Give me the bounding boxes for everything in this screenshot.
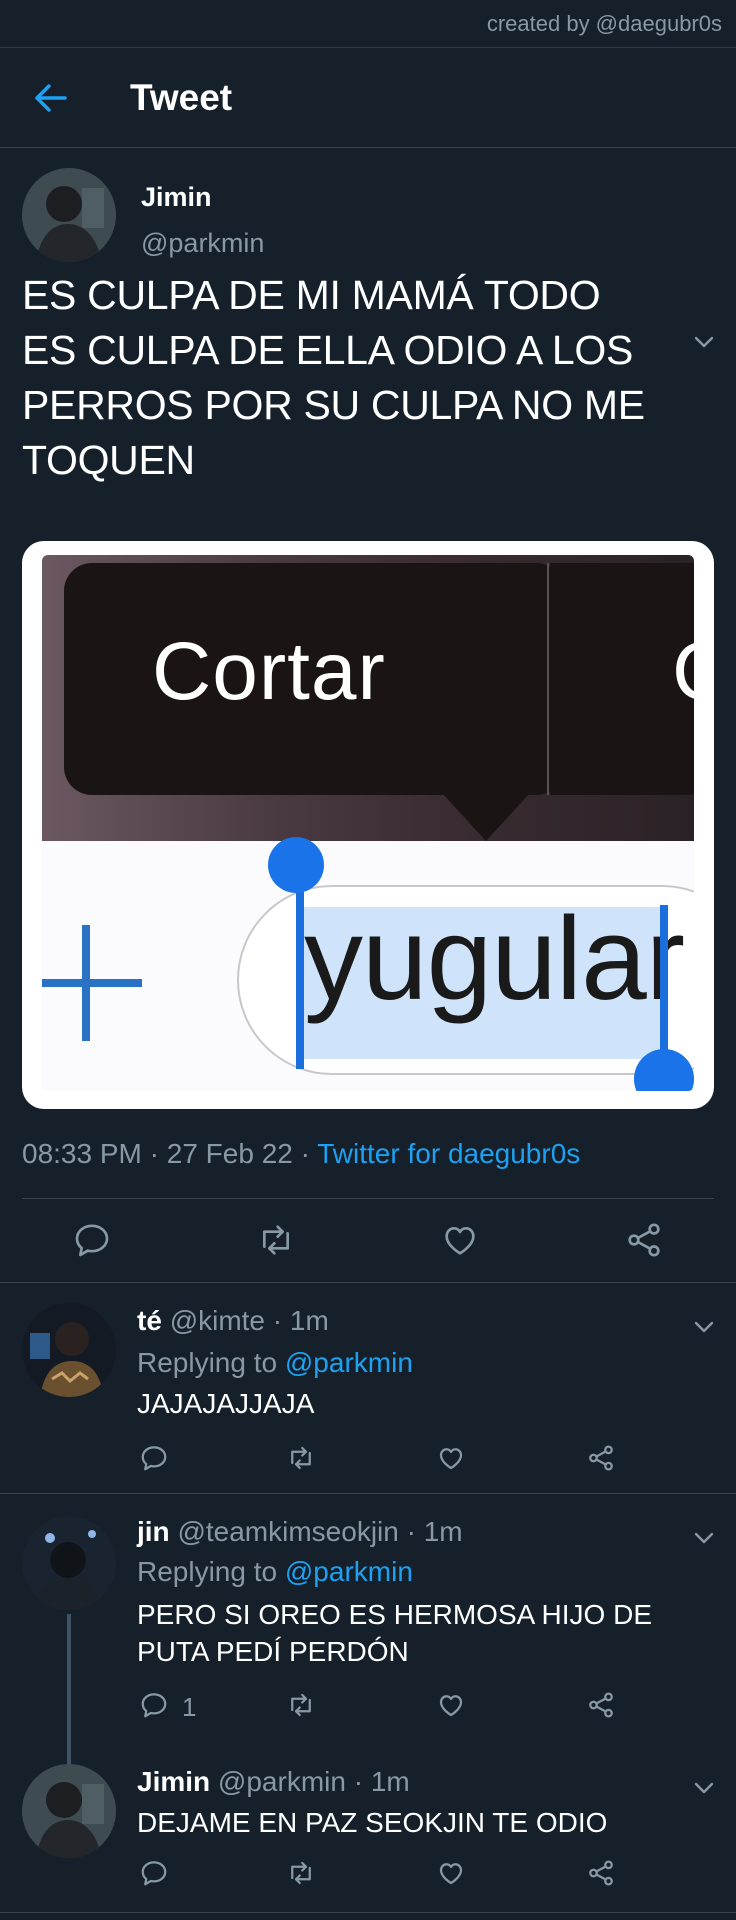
reply-author-handle[interactable]: @teamkimseokjin	[177, 1516, 398, 1547]
tweet-author: Jimin @parkmin	[0, 148, 736, 348]
tweet-text: ES CULPA DE MI MAMÁ TODO ES CULPA DE ELL…	[0, 268, 736, 508]
divider	[0, 1912, 736, 1913]
chevron-down-icon[interactable]	[692, 1315, 716, 1339]
reply-tweet[interactable]: Jimin @parkmin · 1m DEJAME EN PAZ SEOKJI…	[0, 1760, 736, 1920]
tweet-time: 08:33 PM	[22, 1138, 142, 1169]
tweet-text-line: ES CULPA DE ELLA ODIO A LOS	[22, 327, 633, 373]
reply-count: 1	[182, 1692, 197, 1722]
reply-tweet[interactable]: jin @teamkimseokjin · 1m Replying to @pa…	[0, 1494, 736, 1774]
page-title: Tweet	[130, 76, 233, 118]
share-icon[interactable]	[586, 1690, 616, 1720]
top-bar: Tweet	[0, 48, 736, 148]
replying-to-label: Replying to	[137, 1556, 278, 1587]
edit-menu-tail	[442, 793, 530, 841]
retweet-icon[interactable]	[256, 1220, 296, 1260]
reply-time: · 1m	[272, 1305, 329, 1336]
tweet-actions	[0, 1200, 736, 1280]
edit-menu-divider	[547, 563, 549, 795]
reply-author-name[interactable]: té	[137, 1305, 162, 1336]
share-icon[interactable]	[586, 1858, 616, 1888]
thread-line	[67, 1614, 71, 1774]
plus-icon-bar	[42, 979, 142, 987]
selection-handle-end	[660, 905, 668, 1069]
replying-to-handle[interactable]: @parkmin	[285, 1347, 413, 1378]
chevron-down-icon[interactable]	[692, 330, 716, 354]
tweet-meta: 08:33 PM · 27 Feb 22 · Twitter for daegu…	[22, 1138, 580, 1170]
avatar[interactable]	[22, 168, 116, 262]
avatar[interactable]	[22, 1516, 116, 1610]
field-text: yugular	[304, 893, 685, 1025]
retweet-icon[interactable]	[286, 1443, 316, 1473]
menu-cut-label: Cortar	[152, 626, 386, 717]
reply-icon[interactable]	[72, 1220, 112, 1260]
reply-text: DEJAME EN PAZ SEOKJIN TE ODIO	[137, 1807, 608, 1838]
share-icon[interactable]	[624, 1220, 664, 1260]
reply-author-handle[interactable]: @kimte	[170, 1305, 265, 1336]
like-icon[interactable]	[436, 1443, 466, 1473]
back-button[interactable]	[0, 48, 100, 148]
reply-icon[interactable]	[139, 1690, 169, 1720]
retweet-icon[interactable]	[286, 1690, 316, 1720]
tweet-source-link[interactable]: Twitter for daegubr0s	[317, 1138, 580, 1169]
replying-to: Replying to @parkmin	[137, 1347, 413, 1379]
meta-separator: ·	[300, 1138, 310, 1169]
tweet-media-image[interactable]: Cortar C yugular	[22, 541, 714, 1109]
reply-text: JAJAJAJJAJA	[137, 1388, 315, 1419]
author-handle[interactable]: @parkmin	[141, 228, 264, 259]
like-icon[interactable]	[436, 1690, 466, 1720]
tweet-text-line: TOQUEN	[22, 437, 195, 483]
reply-icon[interactable]	[139, 1443, 169, 1473]
reply-header: Jimin @parkmin · 1m	[137, 1766, 410, 1798]
reply-icon[interactable]	[139, 1858, 169, 1888]
reply-header: té @kimte · 1m	[137, 1305, 329, 1337]
media-content: Cortar C yugular	[42, 555, 694, 1091]
share-icon[interactable]	[586, 1443, 616, 1473]
avatar[interactable]	[22, 1764, 116, 1858]
selection-knob-start	[268, 837, 324, 893]
selection-handle-start	[296, 873, 304, 1069]
like-icon[interactable]	[436, 1858, 466, 1888]
menu-partial-label: C	[672, 625, 694, 719]
like-icon[interactable]	[440, 1220, 480, 1260]
chevron-down-icon[interactable]	[692, 1776, 716, 1800]
reply-author-name[interactable]: Jimin	[137, 1766, 210, 1797]
replying-to-label: Replying to	[137, 1347, 278, 1378]
creator-credit: created by @daegubr0s	[0, 0, 736, 48]
avatar[interactable]	[22, 1303, 116, 1397]
author-name[interactable]: Jimin	[141, 182, 212, 213]
retweet-icon[interactable]	[286, 1858, 316, 1888]
tweet-date: 27 Feb 22	[166, 1138, 293, 1169]
reply-time: · 1m	[353, 1766, 410, 1797]
back-arrow-icon	[35, 83, 67, 112]
reply-tweet[interactable]: té @kimte · 1m Replying to @parkmin JAJA…	[0, 1283, 736, 1493]
meta-separator: ·	[149, 1138, 159, 1169]
replying-to: Replying to @parkmin	[137, 1556, 413, 1588]
divider	[22, 1198, 714, 1199]
reply-author-name[interactable]: jin	[137, 1516, 170, 1547]
reply-author-handle[interactable]: @parkmin	[218, 1766, 346, 1797]
chevron-down-icon[interactable]	[692, 1526, 716, 1550]
reply-header: jin @teamkimseokjin · 1m	[137, 1516, 463, 1548]
replying-to-handle[interactable]: @parkmin	[285, 1556, 413, 1587]
reply-time: · 1m	[406, 1516, 463, 1547]
tweet-text-line: PERROS POR SU CULPA NO ME	[22, 382, 645, 428]
reply-text: PERO SI OREO ES HERMOSA HIJO DE PUTA PED…	[137, 1599, 652, 1667]
